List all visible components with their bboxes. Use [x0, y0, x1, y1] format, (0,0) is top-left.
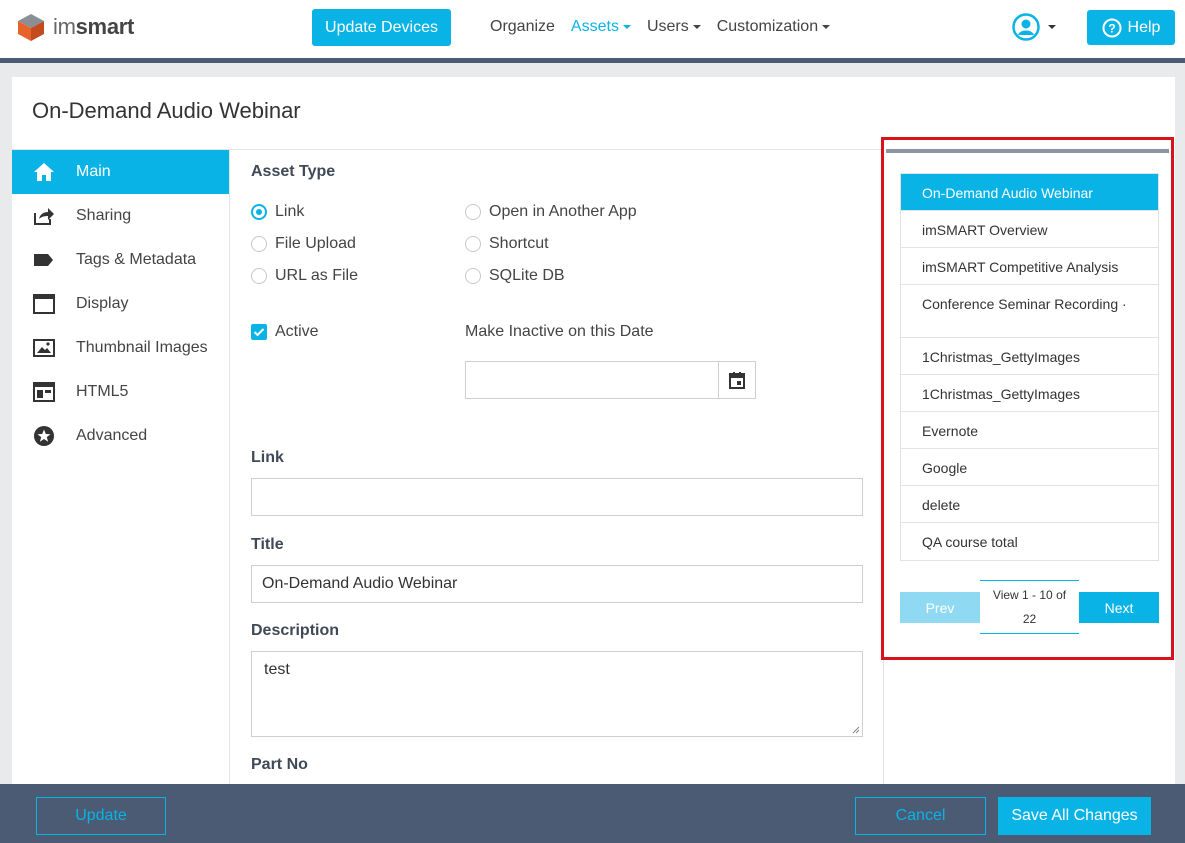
inactive-date-label: Make Inactive on this Date: [465, 323, 654, 340]
tag-icon: [34, 254, 53, 266]
display-icon: [33, 294, 55, 314]
active-checkbox-row[interactable]: Active: [251, 323, 319, 341]
list-item[interactable]: QA course total: [901, 523, 1158, 560]
description-label: Description: [251, 622, 340, 639]
cancel-button[interactable]: Cancel: [855, 797, 986, 835]
pager-range: View 1 - 10 of: [992, 588, 1067, 602]
description-textarea[interactable]: test: [251, 651, 863, 737]
calendar-button[interactable]: [718, 362, 755, 398]
page-title: On-Demand Audio Webinar: [32, 98, 301, 123]
logo-text-bold: smart: [75, 14, 135, 39]
list-item[interactable]: On-Demand Audio Webinar: [901, 174, 1158, 211]
caret-down-icon: [1048, 25, 1056, 29]
logo-text-thin: im: [53, 14, 76, 39]
html5-icon: [33, 382, 55, 402]
list-item[interactable]: delete: [901, 486, 1158, 523]
nav-assets[interactable]: Assets: [571, 18, 631, 36]
footer-bar: Update Cancel Save All Changes: [0, 784, 1185, 843]
list-item[interactable]: 1Christmas_GettyImages: [901, 338, 1158, 375]
help-label: Help: [1127, 18, 1161, 36]
link-input[interactable]: [251, 478, 863, 516]
nav-organize[interactable]: Organize: [490, 18, 555, 36]
calendar-icon: [729, 372, 745, 389]
radio-button[interactable]: [251, 204, 267, 220]
logo[interactable]: imsmart: [16, 12, 134, 42]
checkmark-icon: [253, 328, 265, 337]
sidebar-item-sharing[interactable]: Sharing: [12, 194, 229, 238]
sidebar-item-label: Sharing: [76, 207, 132, 224]
caret-down-icon: [622, 24, 631, 29]
list-item[interactable]: imSMART Overview: [901, 211, 1158, 248]
sidebar-item-label: Display: [76, 295, 129, 312]
sidebar: Main Sharing Tags & Metadata Display Thu…: [12, 150, 230, 787]
home-icon: [34, 163, 54, 181]
sidebar-item-tags-metadata[interactable]: Tags & Metadata: [12, 238, 229, 282]
list-item[interactable]: imSMART Competitive Analysis: [901, 248, 1158, 285]
pager-total: 22: [1022, 612, 1037, 626]
list-item[interactable]: 1Christmas_GettyImages: [901, 375, 1158, 412]
save-all-changes-button[interactable]: Save All Changes: [998, 797, 1151, 835]
part-no-label: Part No: [251, 756, 308, 773]
radio-button[interactable]: [251, 268, 267, 284]
star-icon: [34, 426, 54, 446]
user-menu[interactable]: [1012, 13, 1056, 41]
radio-button[interactable]: [251, 236, 267, 252]
resize-handle-icon[interactable]: [852, 726, 860, 734]
description-value: test: [264, 661, 290, 678]
asset-type-label: Asset Type: [251, 163, 336, 180]
sidebar-item-html5[interactable]: HTML5: [12, 370, 229, 414]
help-button[interactable]: ? Help: [1087, 10, 1175, 45]
prev-button[interactable]: Prev: [900, 592, 980, 623]
sidebar-item-advanced[interactable]: Advanced: [12, 414, 229, 458]
title-input[interactable]: On-Demand Audio Webinar: [251, 565, 863, 603]
cube-logo-icon: [18, 14, 44, 41]
radio-open-in-another-app[interactable]: Open in Another App: [465, 203, 637, 221]
radio-file-upload[interactable]: File Upload: [251, 235, 356, 253]
pager-info: View 1 - 10 of 22: [980, 580, 1079, 634]
update-button[interactable]: Update: [36, 797, 166, 835]
sidebar-item-thumbnail-images[interactable]: Thumbnail Images: [12, 326, 229, 370]
radio-sqlite-db[interactable]: SQLite DB: [465, 267, 565, 285]
link-label: Link: [251, 449, 284, 466]
list-pager: Prev View 1 - 10 of 22 Next: [900, 580, 1159, 634]
sidebar-item-label: Advanced: [76, 427, 148, 444]
navbar-divider: [0, 58, 1185, 63]
sidebar-item-display[interactable]: Display: [12, 282, 229, 326]
image-icon: [33, 339, 55, 357]
question-circle-icon: ?: [1102, 18, 1122, 37]
list-header-bar: [886, 149, 1169, 153]
list-item[interactable]: Conference Seminar Recording ·: [901, 285, 1158, 338]
radio-button[interactable]: [465, 204, 481, 220]
radio-link[interactable]: Link: [251, 203, 304, 221]
nav-customization[interactable]: Customization: [717, 18, 831, 36]
asset-list: On-Demand Audio Webinar imSMART Overview…: [900, 173, 1159, 561]
sidebar-item-label: HTML5: [76, 383, 129, 400]
radio-button[interactable]: [465, 268, 481, 284]
sidebar-item-label: Main: [76, 163, 111, 180]
radio-url-as-file[interactable]: URL as File: [251, 267, 358, 285]
caret-down-icon: [822, 24, 831, 29]
radio-button[interactable]: [465, 236, 481, 252]
top-navbar: imsmart Update Devices Organize Assets U…: [0, 0, 1185, 58]
svg-text:?: ?: [1108, 21, 1115, 35]
share-icon: [34, 208, 54, 225]
nav-users[interactable]: Users: [647, 18, 701, 36]
sidebar-item-label: Thumbnail Images: [76, 339, 208, 356]
sidebar-item-label: Tags & Metadata: [76, 251, 197, 268]
radio-shortcut[interactable]: Shortcut: [465, 235, 549, 253]
main-nav: Organize Assets Users Customization: [490, 18, 846, 36]
title-label: Title: [251, 536, 284, 553]
list-item[interactable]: Google: [901, 449, 1158, 486]
next-button[interactable]: Next: [1079, 592, 1159, 623]
list-item[interactable]: Evernote: [901, 412, 1158, 449]
inactive-date-field[interactable]: [465, 361, 756, 399]
update-devices-button[interactable]: Update Devices: [312, 9, 451, 46]
sidebar-item-main[interactable]: Main: [12, 150, 229, 194]
active-checkbox[interactable]: [251, 324, 267, 340]
user-avatar-icon: [1012, 13, 1040, 41]
caret-down-icon: [692, 24, 701, 29]
